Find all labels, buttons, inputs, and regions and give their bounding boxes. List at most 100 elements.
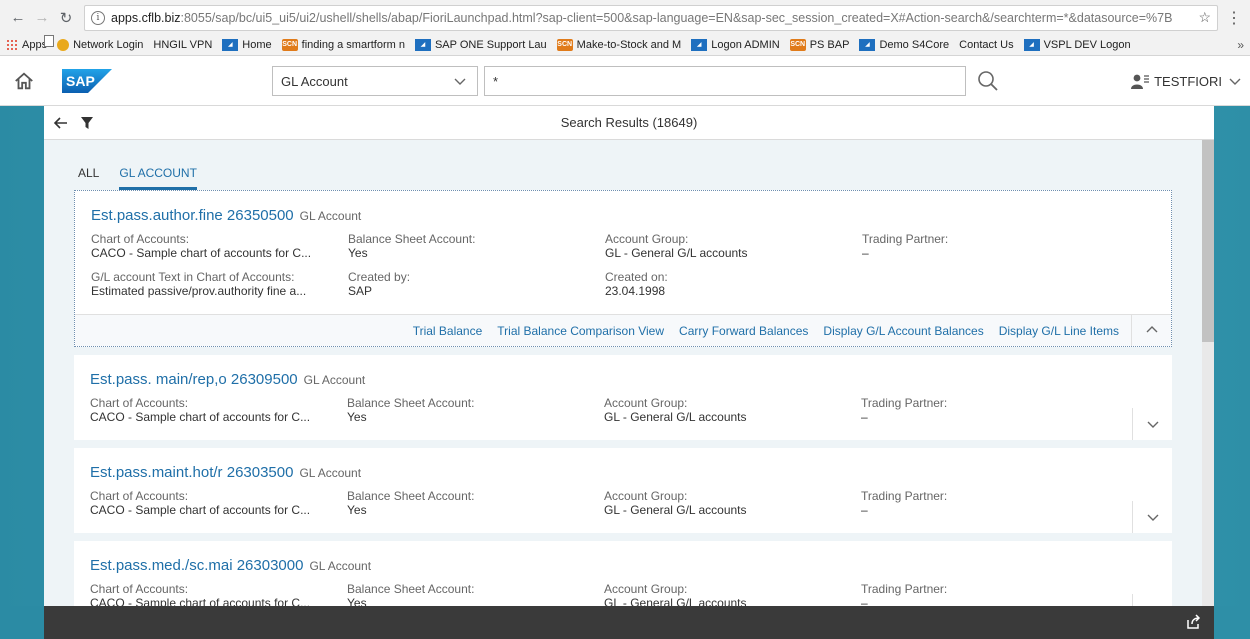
result-list: Est.pass.author.fine 26350500 GL Account C… <box>74 190 1172 634</box>
attribute: Trading Partner: – <box>861 489 1118 517</box>
search-results-page: Search Results (18649) ALL GL ACCOUNT Est… <box>44 106 1214 639</box>
attribute-value: CACO - Sample chart of accounts for C... <box>90 503 311 517</box>
chevron-down-icon <box>1147 421 1158 428</box>
share-icon[interactable] <box>1186 614 1202 630</box>
attribute: Chart of Accounts: CACO - Sample chart of… <box>90 489 347 517</box>
attribute: Trading Partner: – <box>861 396 1118 424</box>
bookmark-item[interactable]: ◢ SAP ONE Support Lau <box>414 39 547 51</box>
attribute: Balance Sheet Account: Yes <box>348 232 605 260</box>
attribute-value: GL - General G/L accounts <box>604 410 747 424</box>
address-bar[interactable]: i apps.cflb.biz :8055/sap/bc/ui5_ui5/ui2… <box>84 4 1218 31</box>
bookmark-label: Make-to-Stock and M <box>576 39 682 51</box>
tab-bar: ALL GL ACCOUNT <box>78 166 217 190</box>
expand-button[interactable] <box>1132 408 1172 440</box>
sap-icon: ◢ <box>691 39 708 51</box>
bookmark-item[interactable]: HNGIL VPN <box>44 35 213 51</box>
action-link[interactable]: Carry Forward Balances <box>679 324 808 338</box>
action-link[interactable]: Display G/L Account Balances <box>823 324 983 338</box>
search-input[interactable]: * <box>484 66 966 96</box>
attribute-label: Created on: <box>605 270 668 284</box>
scn-icon: SCN <box>789 39 806 51</box>
datasource-select[interactable]: GL Account <box>272 66 478 96</box>
result-type: GL Account <box>299 466 362 480</box>
result-card[interactable]: Est.pass.maint.hot/r 26303500 GL Account C… <box>74 448 1172 533</box>
back-arrow-icon[interactable]: ← <box>8 8 28 28</box>
canvas-edge-left <box>0 606 44 639</box>
bookmark-label: Demo S4Core <box>879 39 950 51</box>
attribute-label: Account Group: <box>604 489 688 503</box>
result-header: Est.pass.maint.hot/r 26303500 GL Account <box>74 448 1172 481</box>
tab-gl-account[interactable]: GL ACCOUNT <box>119 166 197 190</box>
bookmark-label: Network Login <box>73 39 144 51</box>
bookmark-star-icon[interactable]: ☆ <box>1192 9 1211 26</box>
attribute-value: Yes <box>347 410 367 424</box>
scrollbar-thumb[interactable] <box>1202 140 1214 342</box>
bookmark-item[interactable]: SCN PS BAP <box>789 39 849 51</box>
bookmark-item[interactable]: SCN Make-to-Stock and M <box>556 39 682 51</box>
tab-all[interactable]: ALL <box>78 166 99 190</box>
scn-icon: SCN <box>281 39 298 51</box>
user-menu[interactable]: TESTFIORI <box>1130 56 1242 106</box>
home-icon <box>15 72 33 90</box>
collapse-button[interactable] <box>1131 314 1171 346</box>
bookmark-item[interactable]: ◢ Logon ADMIN <box>691 39 780 51</box>
url-path: :8055/sap/bc/ui5_ui5/ui2/ushell/shells/a… <box>180 10 1173 25</box>
attribute-label: Account Group: <box>604 582 688 596</box>
bookmark-item[interactable]: Network Login <box>57 39 143 51</box>
result-title-link[interactable]: Est.pass. main/rep,o 26309500 <box>90 371 298 388</box>
result-header: Est.pass.med./sc.mai 26303000 GL Account <box>74 541 1172 574</box>
attribute-value: CACO - Sample chart of accounts for C... <box>91 246 312 260</box>
attribute: Balance Sheet Account: Yes <box>347 396 604 424</box>
expand-button[interactable] <box>1132 501 1172 533</box>
forward-arrow-icon[interactable]: → <box>32 8 52 28</box>
bookmark-label: finding a smartform n <box>301 39 405 51</box>
result-card[interactable]: Est.pass. main/rep,o 26309500 GL Account C… <box>74 355 1172 440</box>
sap-logo: SAP <box>62 69 112 93</box>
canvas-edge-right <box>1214 606 1250 639</box>
bookmark-label: SAP ONE Support Lau <box>434 39 547 51</box>
user-name: TESTFIORI <box>1154 73 1222 89</box>
bookmark-item[interactable]: Apps <box>6 39 47 51</box>
action-link[interactable]: Trial Balance <box>413 324 483 338</box>
attribute-label: Balance Sheet Account: <box>347 396 475 410</box>
result-title-link[interactable]: Est.pass.maint.hot/r 26303500 <box>90 464 293 481</box>
action-link[interactable]: Display G/L Line Items <box>999 324 1119 338</box>
result-title-link[interactable]: Est.pass.med./sc.mai 26303000 <box>90 557 303 574</box>
page-title: Search Results (18649) <box>560 115 698 130</box>
related-actions: Trial Balance Trial Balance Comparison Vi… <box>75 314 1171 346</box>
result-card[interactable]: Est.pass.author.fine 26350500 GL Account C… <box>74 190 1172 347</box>
result-attributes: Chart of Accounts: CACO - Sample chart of… <box>75 232 1171 308</box>
reload-icon[interactable]: ↻ <box>56 8 76 28</box>
attribute-label: Account Group: <box>604 396 688 410</box>
sap-icon: ◢ <box>414 39 431 51</box>
home-button[interactable] <box>0 56 48 106</box>
attribute: Created by: SAP <box>348 270 605 298</box>
attribute-label: Chart of Accounts: <box>91 232 190 246</box>
info-icon[interactable]: i <box>91 10 105 25</box>
bookmark-item[interactable]: SCN finding a smartform n <box>281 39 405 51</box>
chevron-down-icon <box>1229 78 1241 85</box>
bookmark-label: Home <box>242 39 272 51</box>
attribute-value: – <box>861 503 868 517</box>
bookmark-item[interactable]: Contact Us <box>44 35 1014 51</box>
user-icon <box>1131 74 1150 89</box>
app-canvas: Search Results (18649) ALL GL ACCOUNT Est… <box>0 106 1250 639</box>
back-arrow-icon[interactable] <box>52 115 68 131</box>
bookmarks-overflow-button[interactable]: » <box>1237 38 1244 52</box>
attribute-value: Yes <box>347 503 367 517</box>
bookmark-item[interactable]: ◢ VSPL DEV Logon <box>1023 39 1131 51</box>
bookmark-item[interactable]: ◢ Demo S4Core <box>859 39 949 51</box>
scn-icon: SCN <box>556 39 573 51</box>
action-link[interactable]: Trial Balance Comparison View <box>497 324 664 338</box>
attribute: Trading Partner: – <box>862 232 1119 260</box>
result-title-link[interactable]: Est.pass.author.fine 26350500 <box>91 207 294 224</box>
bookmark-item[interactable]: ◢ Home <box>222 39 272 51</box>
sap-icon: ◢ <box>222 39 239 51</box>
search-button[interactable] <box>972 66 1004 96</box>
sap-icon: ◢ <box>859 39 876 51</box>
browser-menu-icon[interactable]: ⋮ <box>1226 8 1242 28</box>
bookmark-label: HNGIL VPN <box>153 39 213 51</box>
bookmark-label: Contact Us <box>959 39 1014 51</box>
attribute-label: Account Group: <box>605 232 689 246</box>
filter-icon[interactable] <box>80 115 94 131</box>
